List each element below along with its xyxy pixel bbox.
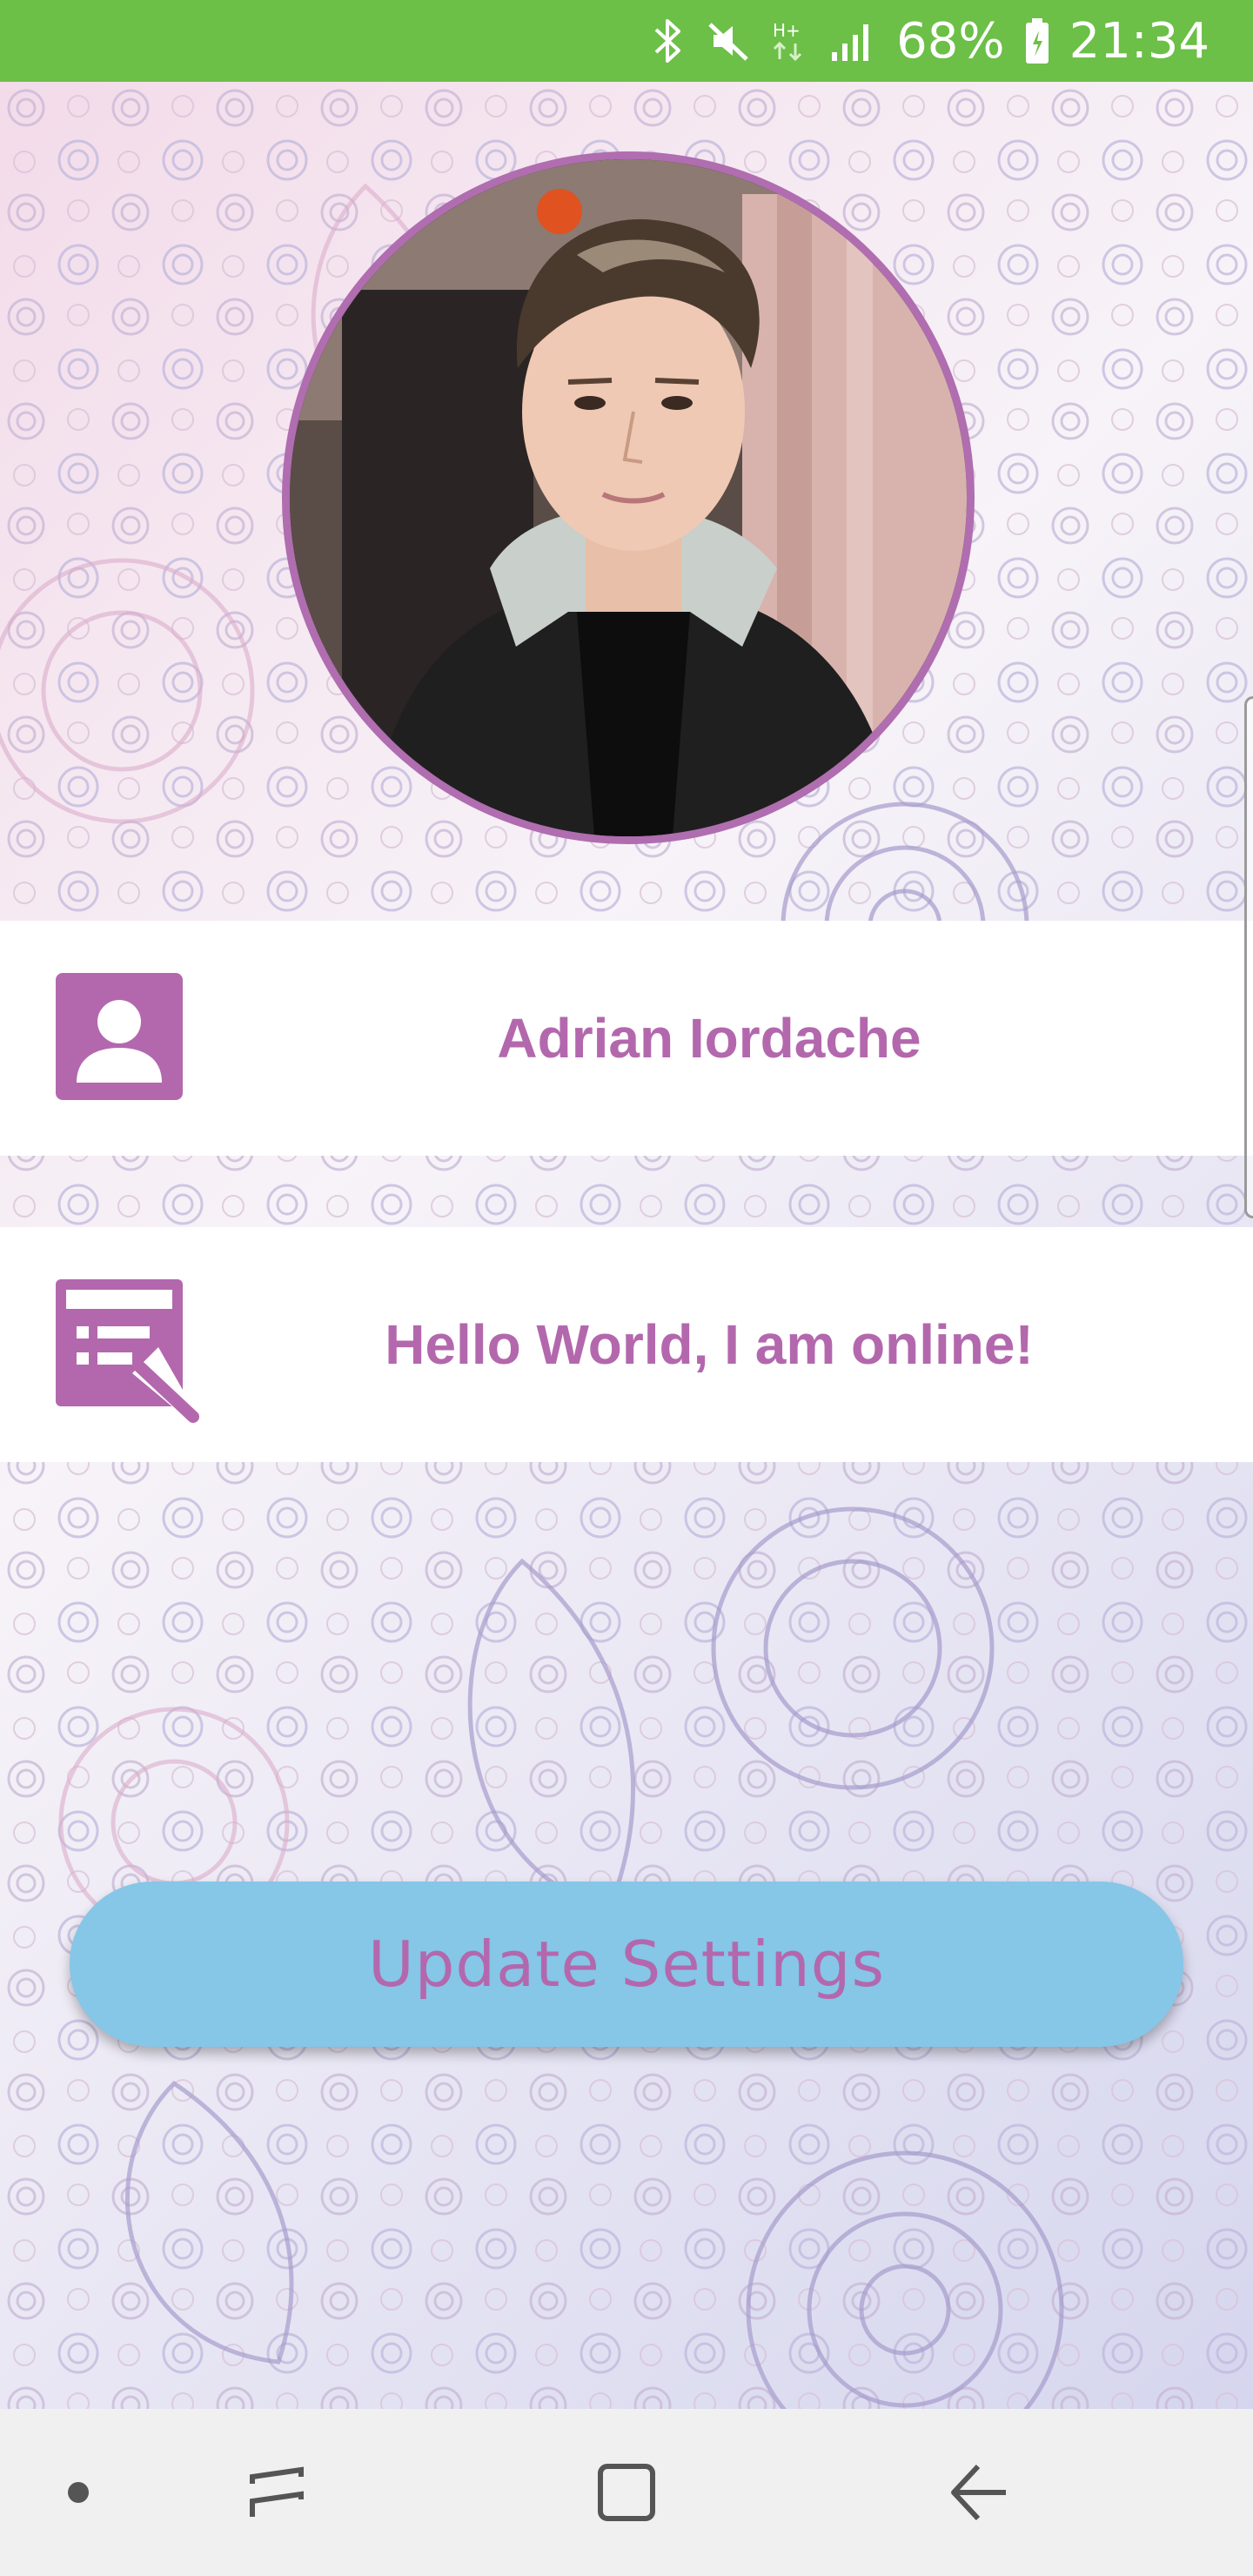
status-message: Hello World, I am online! xyxy=(385,1313,1034,1376)
dot-icon[interactable] xyxy=(35,2449,122,2536)
bluetooth-icon xyxy=(651,17,686,64)
back-icon[interactable] xyxy=(935,2449,1022,2536)
scrollbar[interactable] xyxy=(1244,696,1253,1218)
network-type-icon: H+ xyxy=(771,17,809,64)
status-icons: H+ 68% 21:34 xyxy=(651,0,1209,82)
battery-percent: 68% xyxy=(896,12,1005,70)
profile-avatar[interactable] xyxy=(282,151,975,844)
name-row[interactable]: Adrian Iordache xyxy=(0,921,1253,1156)
status-row[interactable]: Hello World, I am online! xyxy=(0,1227,1253,1462)
recent-apps-icon[interactable] xyxy=(233,2449,320,2536)
settings-screen: H+ 68% 21:34 Adrian Iordache Hello World… xyxy=(0,0,1253,2576)
navigation-bar xyxy=(0,2409,1253,2576)
status-bar: H+ 68% 21:34 xyxy=(0,0,1253,82)
contact-card-icon xyxy=(54,971,184,1102)
mute-icon xyxy=(705,17,752,64)
signal-icon xyxy=(828,17,877,64)
battery-icon xyxy=(1024,17,1050,65)
profile-name: Adrian Iordache xyxy=(497,1007,921,1070)
update-settings-button[interactable]: Update Settings xyxy=(70,1882,1183,2047)
svg-text:H+: H+ xyxy=(773,20,801,41)
clock: 21:34 xyxy=(1069,12,1209,70)
edit-status-icon xyxy=(54,1278,199,1423)
home-icon[interactable] xyxy=(583,2449,670,2536)
